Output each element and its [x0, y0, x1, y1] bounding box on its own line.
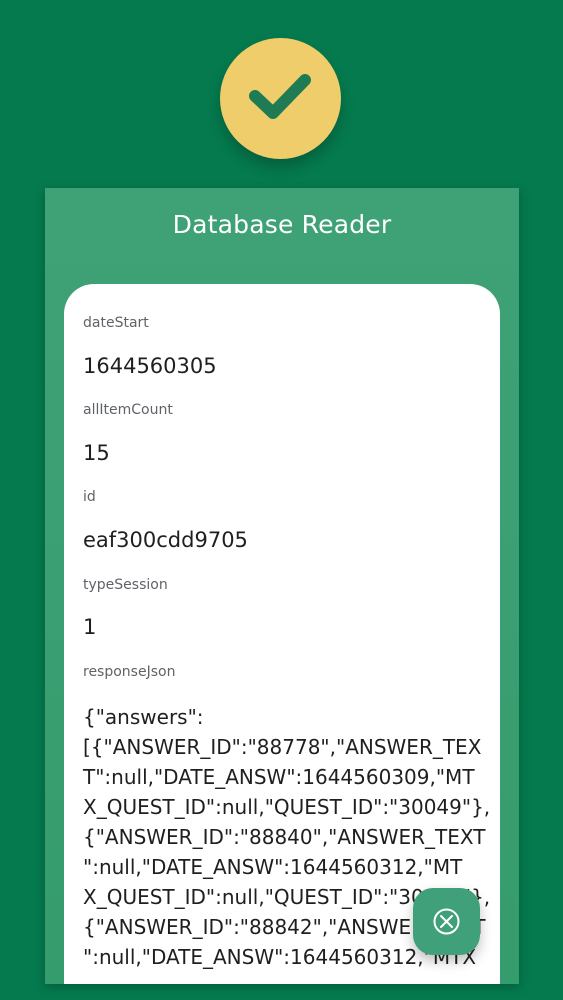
close-button[interactable] — [413, 888, 480, 955]
database-reader-panel: Database Reader dateStart 1644560305 all… — [45, 188, 519, 984]
field-label-datestart: dateStart — [83, 315, 149, 331]
field-label-responsejson: responseJson — [83, 664, 176, 680]
close-circle-icon — [433, 908, 460, 935]
field-value-allitemcount: 15 — [83, 441, 110, 465]
field-label-typesession: typeSession — [83, 577, 168, 593]
record-card: dateStart 1644560305 allItemCount 15 id … — [64, 284, 500, 984]
success-badge — [220, 38, 341, 159]
field-label-allitemcount: allItemCount — [83, 402, 173, 418]
field-value-datestart: 1644560305 — [83, 354, 217, 378]
field-label-id: id — [83, 489, 96, 505]
field-value-typesession: 1 — [83, 615, 97, 639]
checkmark-icon — [249, 74, 311, 119]
panel-title: Database Reader — [172, 210, 392, 239]
field-value-id: eaf300cdd9705 — [83, 528, 248, 552]
